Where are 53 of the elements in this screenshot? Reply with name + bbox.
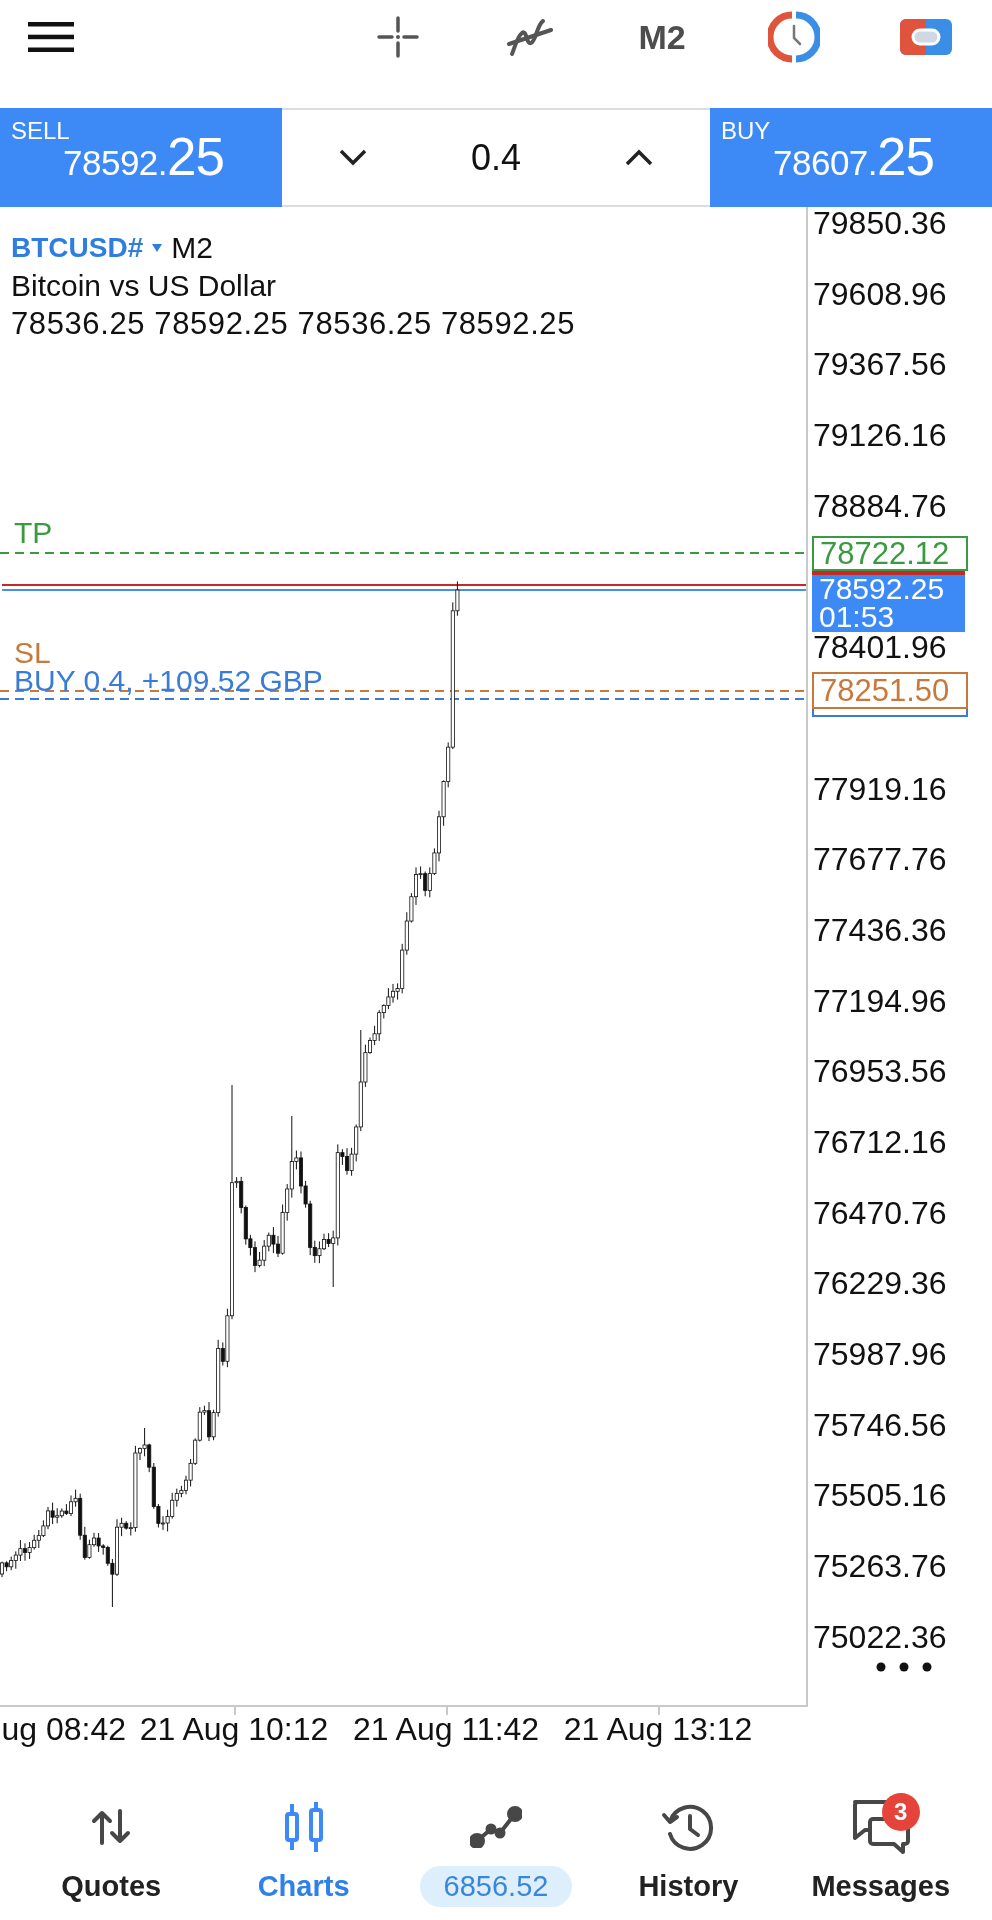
caret-icon[interactable] <box>152 244 163 252</box>
symbol-name[interactable]: BTCUSD# <box>11 229 144 267</box>
clock-icon[interactable] <box>768 11 820 63</box>
price-label: 77677.76 <box>812 843 947 876</box>
price-label: 75505.16 <box>812 1479 947 1512</box>
take-profit-label: TP <box>14 520 53 546</box>
time-label: 21 Aug 10:12 <box>139 1713 329 1749</box>
timeframe-button[interactable]: M2 <box>638 17 686 57</box>
price-label: 77194.96 <box>812 984 947 1017</box>
symbol-description: Bitcoin vs US Dollar <box>11 268 277 304</box>
time-label: 21 Aug 11:42 <box>352 1713 540 1749</box>
price-label: 77919.16 <box>812 772 947 805</box>
stop-loss-label: SL <box>14 640 51 666</box>
toggle-icon[interactable] <box>900 19 952 55</box>
position-label: BUY 0.4, +109.52 GBP <box>14 668 323 694</box>
menu-icon[interactable] <box>28 22 74 52</box>
take-profit-price-tag: 78722.12 <box>812 536 968 571</box>
price-label: 78401.96 <box>812 631 947 664</box>
candles-icon <box>283 1802 324 1852</box>
nav-tab[interactable]: History <box>592 1765 785 1920</box>
timeframe-label: M2 <box>171 230 213 266</box>
trend-line-icon <box>470 1806 522 1848</box>
notification-badge: 3 <box>881 1793 920 1831</box>
price-label: 76953.56 <box>812 1055 947 1088</box>
more-icon[interactable] <box>876 1662 932 1673</box>
price-label: 75263.76 <box>812 1550 947 1583</box>
price-label: 76229.36 <box>812 1267 947 1300</box>
ohlc-values: 78536.25 78592.25 78536.25 78592.25 <box>11 305 576 343</box>
nav-tab[interactable]: Charts <box>207 1765 400 1920</box>
time-label: ug 08:42 <box>1 1713 126 1749</box>
wave-line-icon[interactable] <box>506 17 554 57</box>
price-label: 79608.96 <box>812 277 947 310</box>
price-label: 76712.16 <box>812 1125 947 1158</box>
price-label: 75022.36 <box>812 1620 947 1653</box>
price-label: 77436.36 <box>812 913 947 946</box>
nav-tab[interactable]: Quotes <box>15 1765 208 1920</box>
up-down-arrows-icon <box>90 1809 133 1845</box>
time-label: 21 Aug 13:12 <box>563 1713 753 1749</box>
price-label: 76470.76 <box>812 1196 947 1229</box>
nav-tab[interactable]: 3 Messages <box>784 1765 977 1920</box>
price-label: 78884.76 <box>812 489 947 522</box>
crosshair-icon[interactable] <box>377 16 419 58</box>
stop-loss-price-tag: 78251.50 <box>812 672 968 709</box>
price-label: 75746.56 <box>812 1408 947 1441</box>
price-label: 75987.96 <box>812 1338 947 1370</box>
price-label: 79126.16 <box>812 419 947 452</box>
price-label: 79850.36 <box>812 207 947 239</box>
current-price: 78592.25 <box>819 575 945 603</box>
countdown-timer: 01:53 <box>819 603 895 631</box>
price-label: 79367.56 <box>812 348 947 381</box>
volume-value[interactable]: 0.4 <box>470 136 521 179</box>
chevron-up-icon[interactable] <box>624 149 653 166</box>
chevron-down-icon[interactable] <box>339 149 368 166</box>
